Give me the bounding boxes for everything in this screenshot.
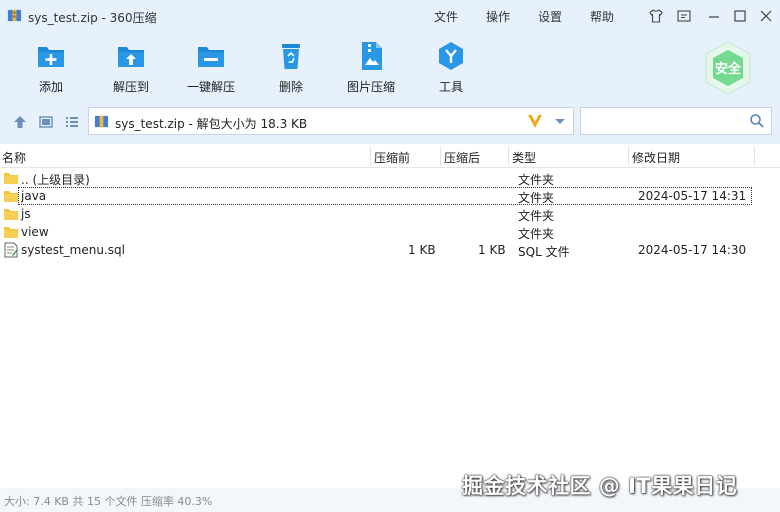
delete-icon (282, 44, 300, 69)
menu-help[interactable]: 帮助 (590, 8, 614, 25)
tools-label: 工具 (438, 80, 463, 94)
file-type: 文件夹 (518, 173, 555, 187)
toolbar: 添加 解压到 一键解压 删除 图片压缩 工具 (0, 32, 780, 100)
menu-operation[interactable]: 操作 (486, 8, 510, 25)
menu-file[interactable]: 文件 (434, 8, 458, 25)
file-name: view (21, 225, 49, 239)
column-divider[interactable] (628, 146, 629, 166)
maximize-icon[interactable] (730, 6, 750, 26)
column-name[interactable]: 名称 (2, 149, 26, 166)
security-badge[interactable]: 安全 (702, 40, 754, 96)
minimize-icon[interactable] (704, 6, 724, 26)
view-thumbnail-icon[interactable] (38, 114, 54, 130)
zip-file-icon (94, 115, 109, 128)
watermark-text: 掘金技术社区 @ IT果果日记 (462, 474, 738, 498)
close-icon[interactable] (756, 6, 776, 26)
file-row-js[interactable]: js 文件夹 (0, 205, 760, 223)
file-row-java[interactable]: java 文件夹 2024-05-17 14:31 (4, 187, 752, 205)
file-size-after: 1 KB (478, 243, 506, 257)
up-arrow-icon[interactable] (12, 114, 28, 130)
feedback-icon[interactable] (674, 6, 694, 26)
file-type: SQL 文件 (518, 245, 570, 259)
file-row-view[interactable]: view 文件夹 (0, 223, 760, 241)
search-field[interactable] (580, 107, 772, 135)
extract-to-icon (118, 47, 144, 67)
column-divider[interactable] (440, 146, 441, 166)
delete-button[interactable]: 删除 (253, 38, 329, 96)
column-divider[interactable] (370, 146, 371, 166)
folder-icon (4, 209, 18, 220)
search-input[interactable] (585, 111, 745, 131)
file-type: 文件夹 (518, 227, 555, 241)
delete-label: 删除 (278, 80, 303, 94)
path-field[interactable]: sys_test.zip - 解包大小为 18.3 KB (88, 107, 574, 135)
file-date: 2024-05-17 14:31 (638, 189, 747, 203)
extract-to-label: 解压到 (112, 80, 149, 94)
folder-icon (4, 191, 18, 202)
file-row-sql[interactable]: systest_menu.sql 1 KB 1 KB SQL 文件 2024-0… (0, 241, 760, 259)
file-type: 文件夹 (518, 209, 555, 223)
column-header: 名称 压缩前 压缩后 类型 修改日期 (0, 144, 780, 168)
address-bar: sys_test.zip - 解包大小为 18.3 KB (0, 100, 780, 144)
view-list-icon[interactable] (64, 114, 80, 130)
security-label: 安全 (714, 62, 741, 77)
column-type[interactable]: 类型 (512, 149, 536, 166)
window-title: sys_test.zip - 360压缩 (28, 11, 157, 25)
skin-shirt-icon[interactable] (646, 6, 666, 26)
column-divider[interactable] (754, 146, 755, 166)
column-after[interactable]: 压缩后 (444, 149, 480, 166)
file-row-parent-dir[interactable]: .. (上级目录) 文件夹 (0, 169, 760, 187)
brand-v-icon[interactable] (525, 111, 545, 131)
file-name: .. (上级目录) (21, 173, 90, 187)
sql-file-icon (4, 242, 18, 258)
tools-button[interactable]: 工具 (413, 38, 489, 96)
file-type: 文件夹 (518, 191, 555, 205)
image-compress-label: 图片压缩 (346, 80, 395, 94)
one-click-extract-button[interactable]: 一键解压 (173, 38, 249, 96)
tools-icon (439, 42, 463, 70)
image-compress-button[interactable]: 图片压缩 (333, 38, 409, 96)
file-name: js (21, 207, 31, 221)
add-icon (38, 47, 64, 67)
folder-icon (4, 173, 18, 184)
zip-app-icon (7, 9, 22, 22)
column-date[interactable]: 修改日期 (632, 149, 680, 166)
add-button[interactable]: 添加 (13, 38, 89, 96)
folder-icon (4, 227, 18, 238)
one-click-extract-label: 一键解压 (186, 80, 235, 94)
column-divider[interactable] (508, 146, 509, 166)
file-name: systest_menu.sql (21, 243, 125, 257)
file-size-before: 1 KB (408, 243, 436, 257)
chevron-down-icon[interactable] (551, 112, 569, 130)
search-icon[interactable] (749, 113, 765, 129)
add-label: 添加 (38, 80, 63, 94)
file-name: java (21, 189, 47, 203)
status-text: 大小: 7.4 KB 共 15 个文件 压缩率 40.3% (4, 495, 213, 508)
menu-settings[interactable]: 设置 (538, 8, 562, 25)
image-compress-icon (362, 42, 382, 70)
column-before[interactable]: 压缩前 (374, 149, 410, 166)
file-date: 2024-05-17 14:30 (638, 243, 747, 257)
extract-to-button[interactable]: 解压到 (93, 38, 169, 96)
one-click-extract-icon (198, 47, 224, 67)
title-bar: sys_test.zip - 360压缩 文件 操作 设置 帮助 (0, 0, 780, 32)
path-text: sys_test.zip - 解包大小为 18.3 KB (115, 117, 308, 131)
